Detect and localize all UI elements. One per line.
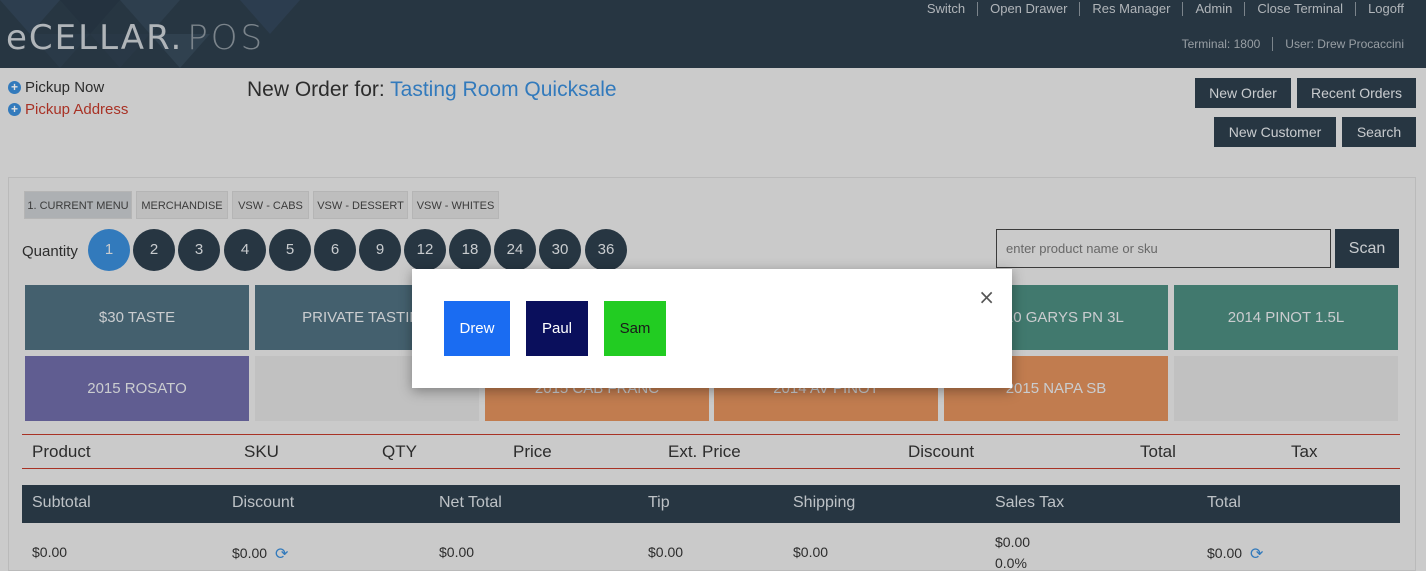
- close-icon[interactable]: ×: [978, 285, 995, 309]
- staff-select-modal: × Drew Paul Sam: [412, 269, 1012, 388]
- staff-button-paul[interactable]: Paul: [526, 301, 588, 356]
- staff-button-sam[interactable]: Sam: [604, 301, 666, 356]
- staff-button-drew[interactable]: Drew: [444, 301, 510, 356]
